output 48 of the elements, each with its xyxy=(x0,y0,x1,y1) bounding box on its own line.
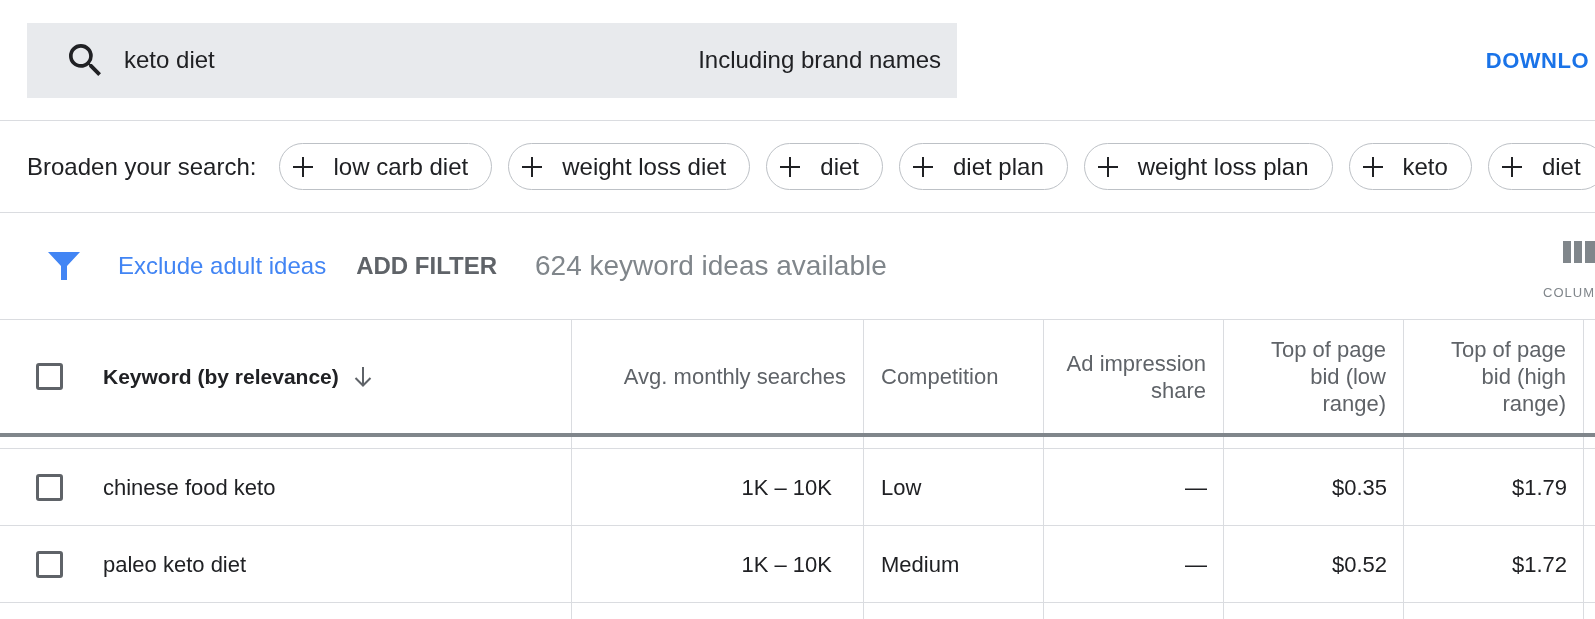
suggestion-chip[interactable]: low carb diet xyxy=(279,143,493,190)
suggestion-chip[interactable]: weight loss plan xyxy=(1083,143,1333,190)
add-filter-button[interactable]: ADD FILTER xyxy=(356,248,497,284)
suggestion-chip[interactable]: diet plan xyxy=(899,143,1068,190)
keyword-count-text: 624 keyword ideas available xyxy=(535,249,887,283)
impression-share-text: — xyxy=(1185,473,1207,502)
plus-icon xyxy=(780,156,801,177)
broaden-label: Broaden your search: xyxy=(27,151,257,182)
search-icon xyxy=(69,44,101,76)
column-header[interactable]: Avg. monthly searches xyxy=(623,363,846,390)
column-header[interactable]: Top of page bid (low range) xyxy=(1245,336,1386,417)
search-volume-text: 1K – 10K xyxy=(741,473,832,502)
row-checkbox[interactable] xyxy=(36,550,63,578)
keyword-text: paleo keto diet xyxy=(103,550,247,579)
column-header[interactable]: Top of page bid (high range) xyxy=(1425,336,1566,417)
plus-icon xyxy=(1097,156,1118,177)
search-bar[interactable]: keto diet Including brand names xyxy=(27,22,957,98)
plus-icon xyxy=(293,156,314,177)
suggestion-chip[interactable]: keto xyxy=(1348,143,1472,190)
impression-share-text: — xyxy=(1185,550,1207,579)
column-header[interactable]: Keyword (by relevance) xyxy=(103,363,339,390)
plus-icon xyxy=(522,156,543,177)
bid-text: $1.79 xyxy=(1511,473,1567,502)
suggestion-chip[interactable]: weight loss diet xyxy=(508,143,751,190)
search-volume-text: 1K – 10K xyxy=(741,550,832,579)
plus-icon xyxy=(1362,156,1383,177)
plus-icon xyxy=(1501,156,1522,177)
select-all-checkbox[interactable] xyxy=(36,363,63,390)
competition-text: Medium xyxy=(881,550,960,579)
sort-down-arrow-icon xyxy=(353,366,372,387)
plus-icon xyxy=(913,156,933,177)
download-button[interactable]: DOWNLO xyxy=(1485,43,1589,77)
brand-names-option[interactable]: Including brand names xyxy=(698,42,941,78)
suggestion-chip[interactable]: diet xyxy=(1487,143,1595,190)
bid-text: $0.52 xyxy=(1331,550,1387,579)
filter-icon xyxy=(48,252,80,280)
bid-text: $1.72 xyxy=(1511,550,1567,579)
column-header[interactable]: Ad impression share xyxy=(1065,349,1206,404)
filter-link[interactable]: Exclude adult ideas xyxy=(118,248,327,284)
columns-button[interactable]: COLUM xyxy=(1543,241,1595,301)
search-field[interactable]: keto diet xyxy=(124,43,699,77)
columns-icon xyxy=(1563,241,1595,263)
suggestion-chip[interactable]: diet xyxy=(766,143,883,190)
row-checkbox[interactable] xyxy=(36,473,63,501)
keyword-text: chinese food keto xyxy=(103,473,276,502)
bid-text: $0.35 xyxy=(1331,473,1387,502)
competition-text: Low xyxy=(881,473,922,502)
column-header[interactable]: Competition xyxy=(881,363,999,390)
